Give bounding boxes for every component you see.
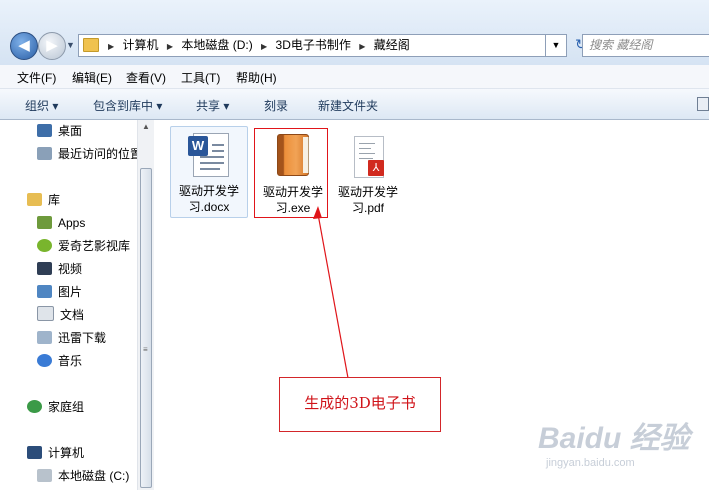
watermark-url: jingyan.baidu.com: [546, 457, 635, 469]
watermark-brand: Baidu 经验: [538, 422, 690, 455]
baidu-watermark: Baidu 经验 jingyan.baidu.com: [532, 413, 702, 473]
annotation-callout: 生成的3D电子书: [279, 377, 441, 432]
